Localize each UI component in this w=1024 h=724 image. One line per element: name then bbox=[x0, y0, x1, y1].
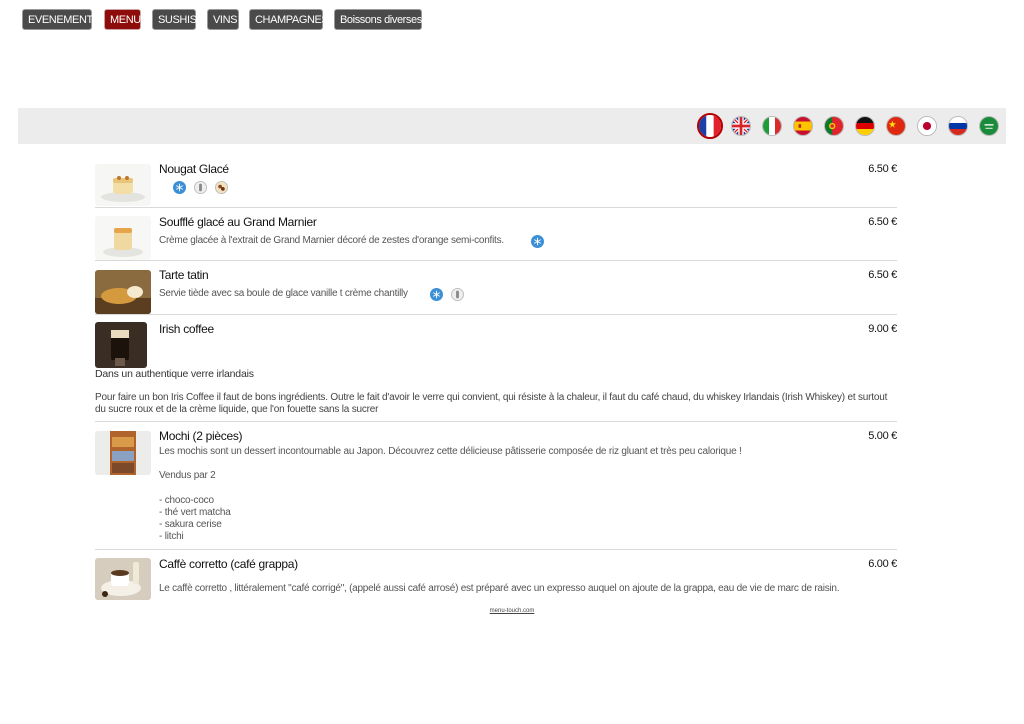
souffle-glace-image bbox=[95, 216, 151, 260]
tab-vins[interactable]: VINS bbox=[207, 9, 239, 30]
flag-es-icon[interactable] bbox=[793, 116, 813, 136]
divider bbox=[95, 207, 897, 208]
snowflake-icon bbox=[173, 181, 186, 194]
tab-sushis[interactable]: SUSHIS bbox=[152, 9, 197, 30]
item-description-line: Vendus par 2 bbox=[159, 470, 216, 481]
flag-ru-icon[interactable] bbox=[948, 116, 968, 136]
item-variant: - sakura cerise bbox=[159, 519, 222, 530]
tab-menu[interactable]: MENU bbox=[104, 9, 141, 30]
mochi-image bbox=[95, 431, 151, 475]
menu-item[interactable]: Soufflé glacé au Grand Marnier 6.50 € Cr… bbox=[95, 215, 897, 260]
item-price: 5.00 € bbox=[868, 430, 897, 442]
item-title: Nougat Glacé bbox=[159, 162, 229, 176]
item-variant: - litchi bbox=[159, 531, 184, 542]
flag-fr-icon[interactable] bbox=[697, 113, 723, 139]
snowflake-icon bbox=[430, 288, 443, 301]
item-title: Soufflé glacé au Grand Marnier bbox=[159, 215, 317, 229]
item-price: 6.50 € bbox=[868, 163, 897, 175]
item-variant: - thé vert matcha bbox=[159, 507, 231, 518]
item-price: 6.00 € bbox=[868, 558, 897, 570]
item-price: 9.00 € bbox=[868, 323, 897, 335]
divider bbox=[95, 260, 897, 261]
item-icons bbox=[531, 235, 544, 248]
flag-sa-icon[interactable] bbox=[979, 116, 999, 136]
item-description: Crème glacée à l'extrait de Grand Marnie… bbox=[159, 235, 504, 246]
caffe-corretto-image bbox=[95, 558, 151, 600]
item-icons bbox=[173, 181, 228, 194]
tab-boissons-diverses[interactable]: Boissons diverses bbox=[334, 9, 422, 30]
item-description: Le caffè corretto , littéralement "café … bbox=[159, 583, 840, 594]
bottle-icon bbox=[451, 288, 464, 301]
item-icons bbox=[430, 288, 464, 301]
item-paragraph: Pour faire un bon Iris Coffee il faut de… bbox=[95, 392, 888, 415]
item-price: 6.50 € bbox=[868, 216, 897, 228]
flag-cn-icon[interactable] bbox=[886, 116, 906, 136]
tarte-tatin-image bbox=[95, 270, 151, 314]
item-variant: - choco-coco bbox=[159, 495, 214, 506]
item-subtitle: Dans un authentique verre irlandais bbox=[95, 368, 254, 380]
item-title: Tarte tatin bbox=[159, 268, 209, 282]
flag-pt-icon[interactable] bbox=[824, 116, 844, 136]
item-description: Les mochis sont un dessert incontournabl… bbox=[159, 446, 742, 457]
flag-jp-icon[interactable] bbox=[917, 116, 937, 136]
item-price: 6.50 € bbox=[868, 269, 897, 281]
divider bbox=[95, 549, 897, 550]
irish-coffee-image bbox=[95, 322, 147, 368]
menu-item[interactable]: Nougat Glacé 6.50 € bbox=[95, 162, 897, 207]
menu-item[interactable]: Tarte tatin 6.50 € Servie tiède avec sa … bbox=[95, 268, 897, 314]
nuts-icon bbox=[215, 181, 228, 194]
item-title: Caffè corretto (café grappa) bbox=[159, 557, 298, 571]
item-title: Mochi (2 pièces) bbox=[159, 429, 243, 443]
tab-evenements[interactable]: EVENEMENTS bbox=[22, 9, 100, 30]
item-description: Servie tiède avec sa boule de glace vani… bbox=[159, 288, 408, 299]
menu-item[interactable]: Caffè corretto (café grappa) 6.00 € Le c… bbox=[95, 557, 897, 601]
tab-champagnes[interactable]: CHAMPAGNES bbox=[249, 9, 329, 30]
divider bbox=[95, 314, 897, 315]
snowflake-icon bbox=[531, 235, 544, 248]
flag-de-icon[interactable] bbox=[855, 116, 875, 136]
flag-en-icon[interactable] bbox=[731, 116, 751, 136]
flag-it-icon[interactable] bbox=[762, 116, 782, 136]
nougat-glace-image bbox=[95, 164, 151, 206]
menu-item[interactable]: Irish coffee 9.00 € bbox=[95, 322, 897, 368]
footer-link[interactable]: menu-touch.com bbox=[0, 608, 1024, 614]
bottle-icon bbox=[194, 181, 207, 194]
item-title: Irish coffee bbox=[159, 322, 214, 336]
divider bbox=[95, 421, 897, 422]
